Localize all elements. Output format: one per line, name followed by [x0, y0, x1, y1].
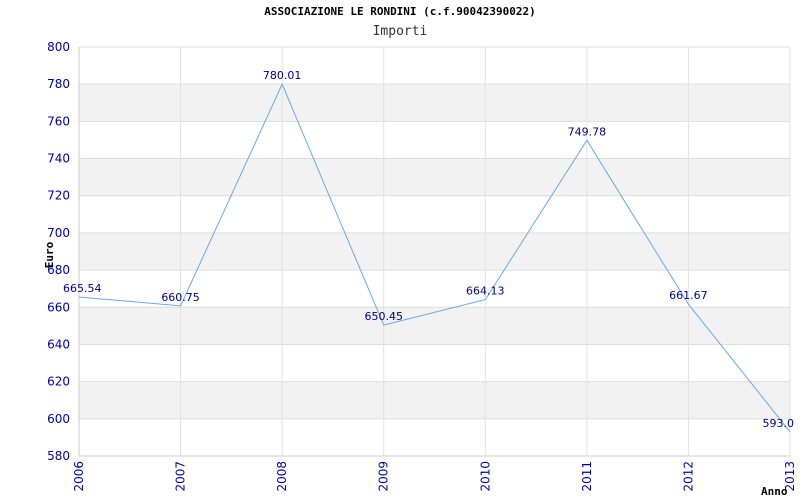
data-label: 593.0: [763, 417, 795, 430]
x-tick-label: 2011: [580, 461, 594, 492]
x-tick-labels: 2006 2007 2008 2009 2010 2011 2012 2013: [72, 461, 797, 492]
grid-band: [79, 158, 790, 196]
data-label: 650.45: [364, 310, 403, 323]
data-label: 661.67: [669, 289, 708, 302]
x-tick-label: 2008: [275, 461, 289, 492]
x-tick-label: 2007: [174, 461, 188, 492]
x-tick-label: 2012: [681, 461, 695, 492]
grid-band: [79, 232, 790, 271]
grid-band: [79, 381, 790, 419]
data-label: 780.01: [263, 69, 302, 82]
y-tick-label: 640: [47, 337, 70, 351]
y-tick-label: 800: [47, 40, 70, 54]
data-label: 665.54: [63, 282, 102, 295]
data-label: 664.13: [466, 285, 505, 298]
y-tick-label: 760: [47, 114, 70, 128]
y-tick-label: 620: [47, 375, 70, 389]
y-tick-label: 740: [47, 152, 70, 166]
background-bands: [79, 84, 790, 419]
x-axis-label: Anno: [761, 485, 788, 498]
x-tick-label: 2009: [377, 461, 391, 492]
x-tick-label: 2010: [478, 461, 492, 492]
y-tick-label: 660: [47, 300, 70, 314]
data-label: 749.78: [568, 125, 607, 138]
line-chart: 580600620640660680700720740760780800 200…: [43, 40, 797, 498]
y-axis-label: Euro: [43, 241, 56, 268]
y-tick-label: 580: [47, 449, 70, 463]
y-tick-label: 600: [47, 412, 70, 426]
data-label: 660.75: [161, 291, 200, 304]
y-tick-label: 700: [47, 226, 70, 240]
grid-band: [79, 84, 790, 122]
y-tick-label: 780: [47, 77, 70, 91]
x-tick-label: 2006: [72, 461, 86, 492]
grid-band: [79, 307, 790, 345]
y-tick-label: 720: [47, 189, 70, 203]
